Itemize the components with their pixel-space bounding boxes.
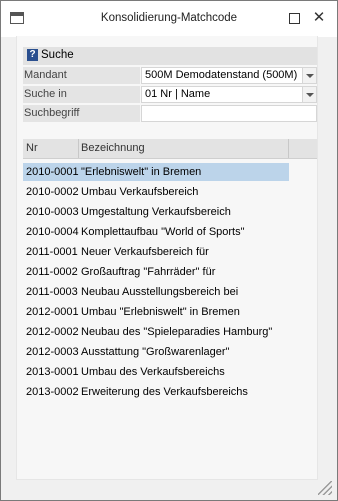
row-nr: 2012-0001 xyxy=(26,306,79,318)
mandant-row: Mandant 500M Demodatenstand (500M) xyxy=(23,67,317,84)
close-icon: ✕ xyxy=(312,9,326,26)
row-bezeichnung: Komplettaufbau "World of Sports" xyxy=(81,226,245,238)
row-nr: 2012-0003 xyxy=(26,346,79,358)
suchbegriff-row: Suchbegriff xyxy=(23,105,317,122)
column-header-bezeichnung[interactable]: Bezeichnung xyxy=(81,139,289,158)
row-bezeichnung: Ausstattung "Großwarenlager" xyxy=(81,346,230,358)
title-bar[interactable]: Konsolidierung-Matchcode ✕ xyxy=(1,1,337,37)
row-nr: 2013-0002 xyxy=(26,386,79,398)
mandant-dropdown[interactable]: 500M Demodatenstand (500M) xyxy=(141,67,317,84)
maximize-button[interactable] xyxy=(283,7,305,29)
row-nr: 2010-0001 xyxy=(26,166,79,178)
suche-in-label: Suche in xyxy=(23,86,140,103)
row-nr: 2010-0002 xyxy=(26,186,79,198)
row-nr: 2011-0003 xyxy=(26,286,78,298)
row-nr: 2011-0002 xyxy=(26,266,78,278)
list-item[interactable]: 2013-0002 Erweiterung des Verkaufsbereic… xyxy=(23,383,289,401)
list-item[interactable]: 2010-0003 Umgestaltung Verkaufsbereich xyxy=(23,203,289,221)
list-item[interactable]: 2012-0002 Neubau des "Spieleparadies Ham… xyxy=(23,323,289,341)
row-bezeichnung: Umbau Verkaufsbereich xyxy=(81,186,199,198)
suche-in-value: 01 Nr | Name xyxy=(145,88,211,100)
chevron-down-icon[interactable] xyxy=(302,87,316,102)
list-item[interactable]: 2010-0001 "Erlebniswelt" in Bremen xyxy=(23,163,289,181)
row-bezeichnung: Erweiterung des Verkaufsbereichs xyxy=(81,386,248,398)
list-item[interactable]: 2012-0001 Umbau "Erlebniswelt" in Bremen xyxy=(23,303,289,321)
row-nr: 2012-0002 xyxy=(26,326,79,338)
list-item[interactable]: 2010-0002 Umbau Verkaufsbereich xyxy=(23,183,289,201)
suche-in-dropdown[interactable]: 01 Nr | Name xyxy=(141,86,317,103)
row-bezeichnung: Neuer Verkaufsbereich für xyxy=(81,246,209,258)
mandant-label: Mandant xyxy=(23,67,140,84)
row-nr: 2013-0001 xyxy=(26,366,79,378)
list-item[interactable]: 2011-0002 Großauftrag "Fahrräder" für xyxy=(23,263,289,281)
row-nr: 2010-0003 xyxy=(26,206,79,218)
result-list[interactable]: Nr Bezeichnung 2010-0001 "Erlebniswelt" … xyxy=(23,139,317,459)
list-header: Nr Bezeichnung xyxy=(23,139,317,159)
list-item[interactable]: 2012-0003 Ausstattung "Großwarenlager" xyxy=(23,343,289,361)
row-bezeichnung: Umgestaltung Verkaufsbereich xyxy=(81,206,231,218)
chevron-down-icon[interactable] xyxy=(302,68,316,83)
list-item[interactable]: 2011-0001 Neuer Verkaufsbereich für xyxy=(23,243,289,261)
search-section-title: Suche xyxy=(41,49,74,61)
search-section-header: ? Suche xyxy=(23,47,317,65)
mandant-value: 500M Demodatenstand (500M) xyxy=(145,69,298,81)
row-bezeichnung: Großauftrag "Fahrräder" für xyxy=(81,266,216,278)
row-bezeichnung: "Erlebniswelt" in Bremen xyxy=(81,166,202,178)
help-icon[interactable]: ? xyxy=(27,49,38,61)
maximize-icon xyxy=(288,12,300,24)
row-bezeichnung: Umbau "Erlebniswelt" in Bremen xyxy=(81,306,240,318)
row-bezeichnung: Neubau Ausstellungsbereich bei xyxy=(81,286,239,298)
suchbegriff-input[interactable] xyxy=(141,105,317,122)
list-item[interactable]: 2013-0001 Umbau des Verkaufsbereichs xyxy=(23,363,289,381)
suche-in-row: Suche in 01 Nr | Name xyxy=(23,86,317,103)
resize-grip-icon[interactable] xyxy=(318,481,332,495)
list-item[interactable]: 2011-0003 Neubau Ausstellungsbereich bei xyxy=(23,283,289,301)
column-header-nr[interactable]: Nr xyxy=(26,139,79,158)
suchbegriff-label: Suchbegriff xyxy=(23,105,140,122)
list-item[interactable]: 2010-0004 Komplettaufbau "World of Sport… xyxy=(23,223,289,241)
row-nr: 2010-0004 xyxy=(26,226,79,238)
row-nr: 2011-0001 xyxy=(26,246,78,258)
row-bezeichnung: Umbau des Verkaufsbereichs xyxy=(81,366,225,378)
row-bezeichnung: Neubau des "Spieleparadies Hamburg" xyxy=(81,326,273,338)
close-button[interactable]: ✕ xyxy=(308,7,330,29)
